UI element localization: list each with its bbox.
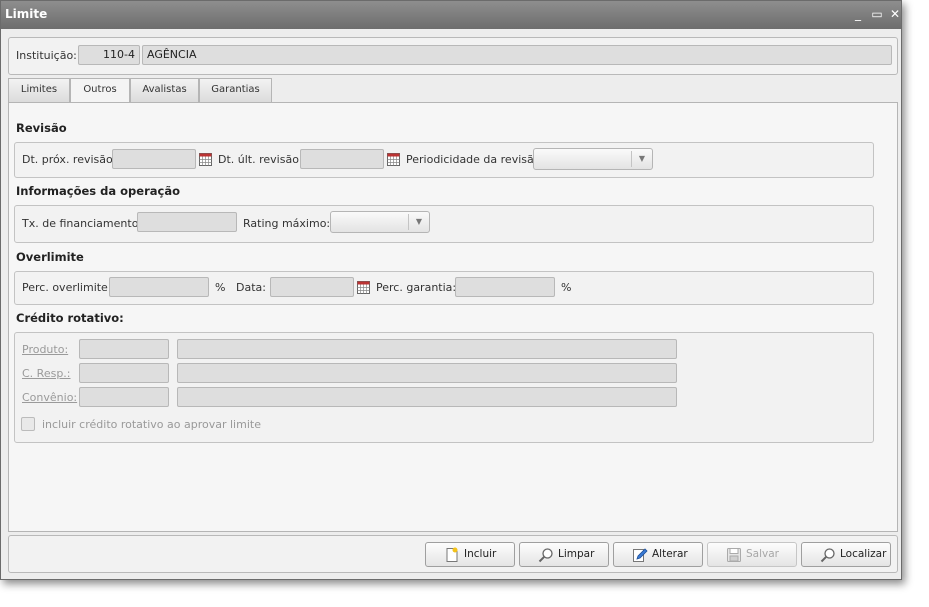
operacao-title: Informações da operação (16, 184, 180, 198)
periodicidade-label: Periodicidade da revisão: (406, 153, 545, 166)
perc-overlimite-field[interactable] (109, 277, 209, 297)
alterar-button[interactable]: Alterar (613, 542, 703, 567)
rating-maximo-select[interactable]: ▼ (330, 211, 430, 233)
perc-garantia-label: Perc. garantia: (376, 281, 457, 294)
localizar-button[interactable]: Localizar (801, 542, 891, 567)
incluir-label: Incluir (464, 548, 497, 560)
rating-maximo-label: Rating máximo: (243, 217, 331, 230)
limpar-label: Limpar (558, 548, 595, 560)
calendar-icon[interactable] (199, 153, 212, 166)
dt-prox-revisao-label: Dt. próx. revisão: (22, 153, 117, 166)
overlimite-box: Perc. overlimite: % Data: Perc. garantia… (14, 271, 874, 305)
incluir-credito-label: incluir crédito rotativo ao aprovar limi… (42, 418, 261, 431)
instituicao-label: Instituição: (16, 49, 77, 62)
produto-link[interactable]: Produto: (22, 343, 68, 356)
instituicao-code-field: 110-4 (78, 45, 140, 65)
save-icon (727, 548, 741, 562)
tx-financiamento-field[interactable] (137, 212, 237, 232)
instituicao-name-field: AGÊNCIA (142, 45, 892, 65)
c-resp-link[interactable]: C. Resp.: (22, 367, 71, 380)
title-bar: Limite _ ▭ ✕ (1, 1, 901, 29)
instituicao-panel: Instituição: 110-4 AGÊNCIA (8, 37, 898, 75)
convenio-desc-field (177, 387, 677, 407)
data-label: Data: (236, 281, 266, 294)
window-title: Limite (5, 7, 48, 21)
tab-limites[interactable]: Limites (8, 78, 70, 102)
search-icon (820, 548, 835, 563)
salvar-label: Salvar (746, 548, 779, 560)
alterar-label: Alterar (652, 548, 688, 560)
dt-ult-revisao-field[interactable] (300, 149, 384, 169)
convenio-link[interactable]: Convênio: (22, 391, 77, 404)
limite-window: Limite _ ▭ ✕ Instituição: 110-4 AGÊNCIA … (0, 0, 902, 580)
tab-outros[interactable]: Outros (70, 78, 130, 103)
produto-desc-field (177, 339, 677, 359)
chevron-down-icon[interactable]: ▼ (408, 214, 429, 230)
tab-avalistas[interactable]: Avalistas (130, 78, 199, 102)
tab-outros-content: Revisão Dt. próx. revisão: Dt. últ. revi… (8, 102, 898, 532)
incluir-credito-checkbox[interactable] (21, 417, 35, 431)
new-document-icon (446, 547, 458, 562)
tx-financiamento-label: Tx. de financiamento: (22, 217, 143, 230)
data-field[interactable] (270, 277, 354, 297)
limpar-button[interactable]: Limpar (519, 542, 609, 567)
credito-rotativo-box: Produto: C. Resp.: Convênio: incluir cré… (14, 332, 874, 443)
operacao-box: Tx. de financiamento: Rating máximo: ▼ (14, 205, 874, 243)
localizar-label: Localizar (840, 548, 887, 560)
periodicidade-select[interactable]: ▼ (533, 148, 653, 170)
minimize-button[interactable]: _ (851, 6, 865, 22)
incluir-button[interactable]: Incluir (425, 542, 515, 567)
dt-prox-revisao-field[interactable] (112, 149, 196, 169)
dt-ult-revisao-label: Dt. últ. revisão: (218, 153, 303, 166)
c-resp-code-field (79, 363, 169, 383)
close-button[interactable]: ✕ (888, 6, 902, 22)
percent-unit: % (561, 281, 572, 294)
perc-overlimite-label: Perc. overlimite: (22, 281, 112, 294)
salvar-button[interactable]: Salvar (707, 542, 797, 567)
calendar-icon[interactable] (357, 281, 370, 294)
search-icon (538, 548, 553, 563)
calendar-icon[interactable] (387, 153, 400, 166)
chevron-down-icon[interactable]: ▼ (631, 151, 652, 167)
percent-unit: % (215, 281, 226, 294)
perc-garantia-field[interactable] (455, 277, 555, 297)
tab-garantias[interactable]: Garantias (199, 78, 272, 102)
convenio-code-field (79, 387, 169, 407)
credito-rotativo-title: Crédito rotativo: (16, 311, 124, 325)
produto-code-field (79, 339, 169, 359)
revisao-title: Revisão (16, 121, 67, 135)
edit-icon (633, 548, 648, 562)
c-resp-desc-field (177, 363, 677, 383)
maximize-button[interactable]: ▭ (870, 6, 884, 22)
overlimite-title: Overlimite (16, 250, 84, 264)
revisao-box: Dt. próx. revisão: Dt. últ. revisão: Per… (14, 142, 874, 178)
